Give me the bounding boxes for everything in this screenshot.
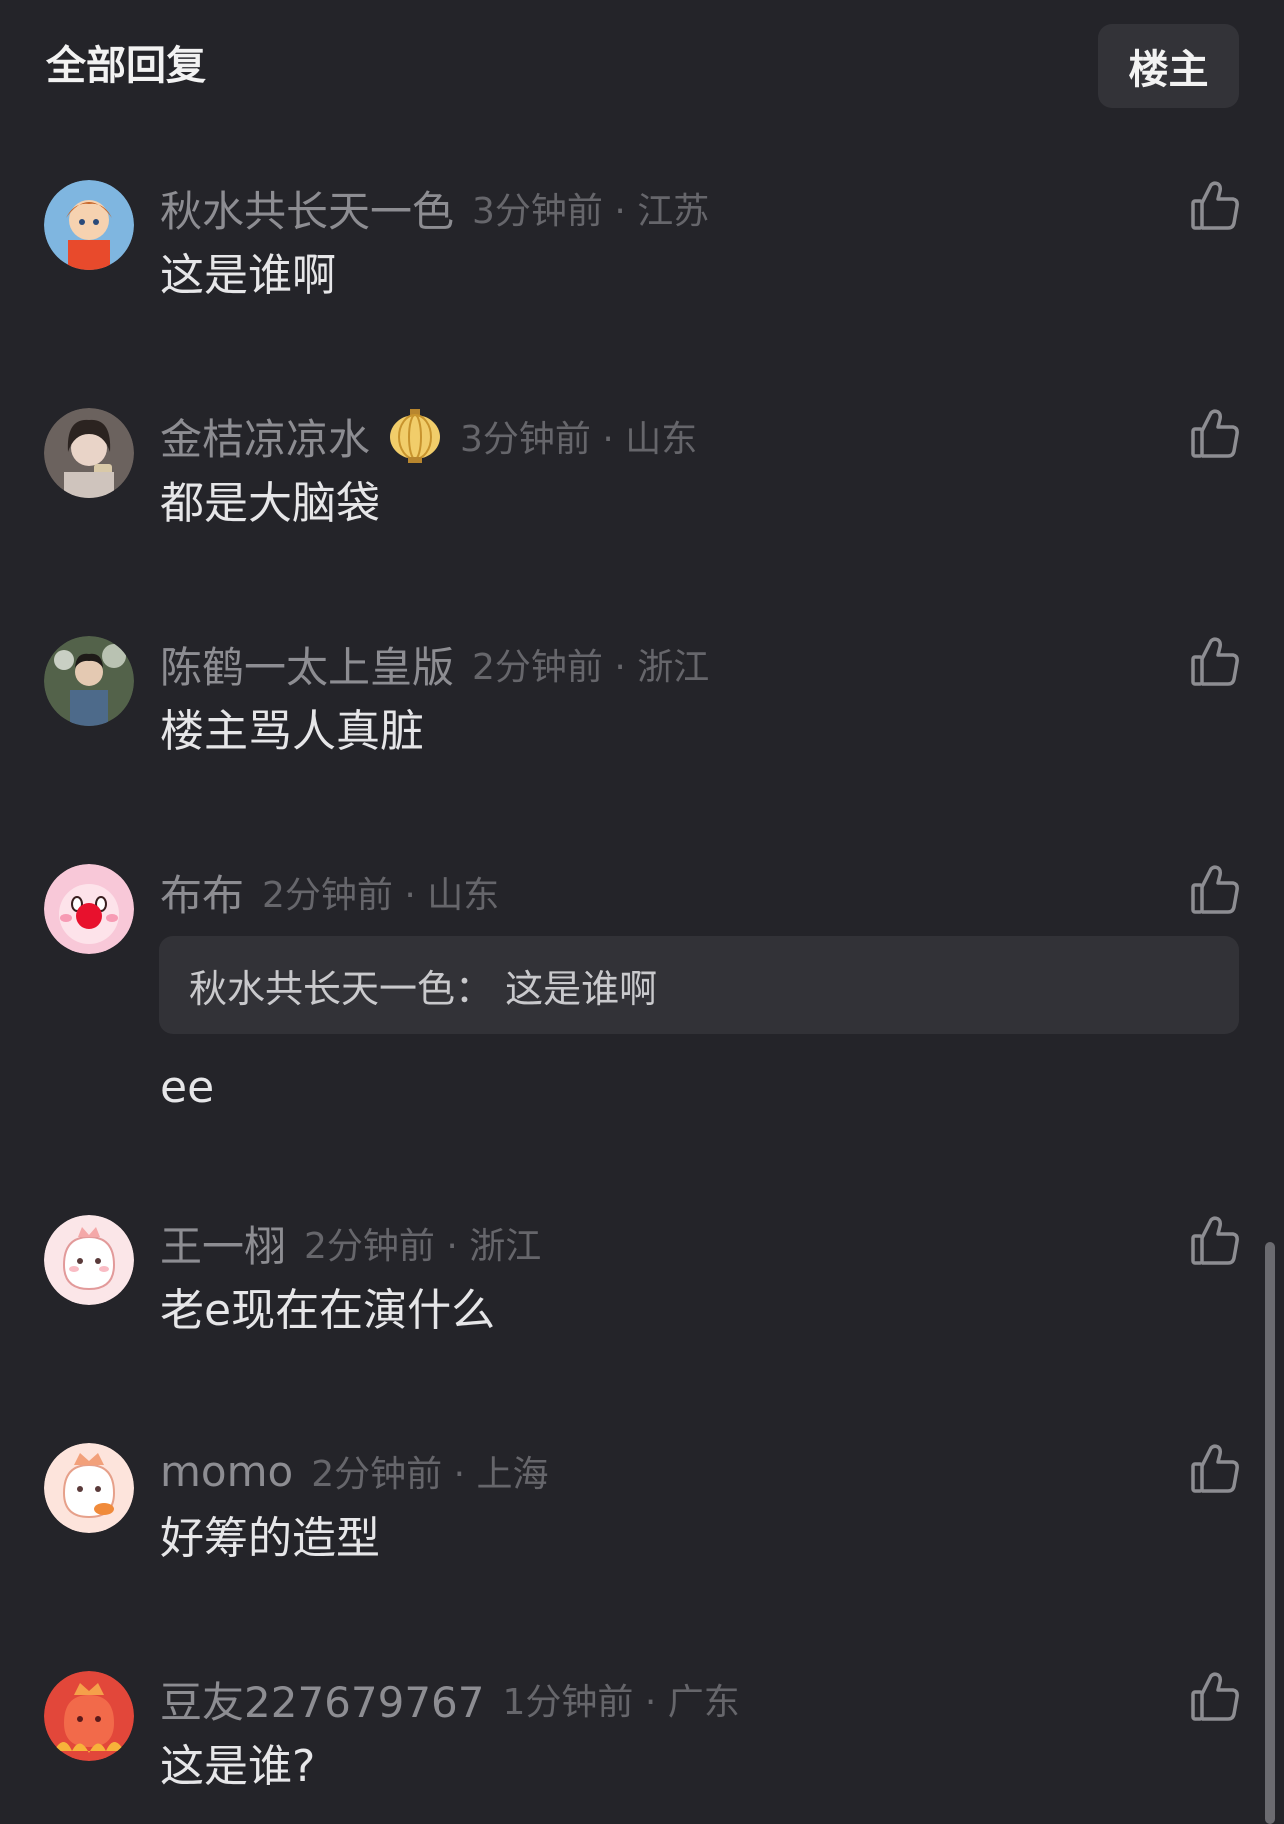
comment-time: 2分钟前 · 浙江: [472, 647, 710, 688]
quoted-reply[interactable]: 秋水共长天一色： 这是谁啊: [159, 936, 1239, 1034]
location-text: 山东: [625, 419, 698, 460]
avatar[interactable]: [44, 864, 134, 954]
lantern-badge-icon: [388, 407, 442, 465]
location-text: 山东: [427, 875, 500, 916]
location-text: 上海: [476, 1454, 549, 1495]
comment-meta: momo 2分钟前 · 上海: [160, 1441, 548, 1501]
comment-time: 2分钟前 · 山东: [262, 875, 500, 916]
time-text: 2分钟前: [262, 875, 393, 916]
thumbs-up-icon[interactable]: [1190, 408, 1240, 460]
comment-meta: 布布 2分钟前 · 山东: [160, 862, 499, 922]
avatar[interactable]: [44, 180, 134, 270]
header: 全部回复 楼主: [0, 0, 1284, 130]
comment-text: 这是谁啊: [160, 250, 336, 301]
thumbs-up-icon[interactable]: [1190, 636, 1240, 688]
thumbs-up-icon[interactable]: [1190, 1443, 1240, 1495]
comment-meta: 金桔凉凉水 3分钟前 · 山东: [160, 406, 697, 466]
avatar[interactable]: [44, 408, 134, 498]
comment-text: 好筹的造型: [160, 1513, 380, 1564]
comment-meta: 陈鹤一太上皇版 2分钟前 · 浙江: [160, 634, 709, 694]
comment-meta: 王一栩 2分钟前 · 浙江: [160, 1213, 541, 1273]
time-text: 2分钟前: [472, 647, 603, 688]
time-text: 2分钟前: [311, 1454, 443, 1495]
comment-time: 1分钟前 · 广东: [502, 1682, 740, 1723]
avatar[interactable]: [44, 1443, 134, 1533]
thumbs-up-icon[interactable]: [1190, 1671, 1240, 1723]
username[interactable]: 金桔凉凉水: [160, 406, 370, 467]
username[interactable]: momo: [160, 1447, 293, 1496]
username[interactable]: 豆友227679767: [160, 1669, 485, 1730]
time-text: 3分钟前: [472, 191, 603, 232]
location-text: 江苏: [637, 191, 710, 232]
comment-text: ee: [160, 1062, 215, 1113]
thumbs-up-icon[interactable]: [1190, 864, 1240, 916]
thumbs-up-icon[interactable]: [1190, 180, 1240, 232]
op-only-button[interactable]: 楼主: [1098, 24, 1239, 108]
avatar[interactable]: [44, 1671, 134, 1761]
quoted-text: 秋水共长天一色： 这是谁啊: [189, 966, 658, 1011]
comment-text: 都是大脑袋: [160, 478, 380, 529]
comment-text: 老e现在在演什么: [160, 1285, 496, 1336]
comment-text: 这是谁?: [160, 1741, 316, 1792]
avatar[interactable]: [44, 636, 134, 726]
comment-meta: 豆友227679767 1分钟前 · 广东: [160, 1669, 740, 1729]
avatar[interactable]: [44, 1215, 134, 1305]
location-text: 浙江: [637, 647, 710, 688]
comment-time: 2分钟前 · 浙江: [304, 1226, 542, 1267]
username[interactable]: 秋水共长天一色: [160, 178, 454, 239]
page-title: 全部回复: [46, 43, 206, 89]
comment-meta: 秋水共长天一色 3分钟前 · 江苏: [160, 178, 709, 238]
time-text: 2分钟前: [304, 1226, 435, 1267]
username[interactable]: 陈鹤一太上皇版: [160, 634, 454, 695]
scrollbar[interactable]: [1265, 1242, 1275, 1824]
username[interactable]: 王一栩: [160, 1213, 286, 1274]
username[interactable]: 布布: [160, 862, 244, 923]
thumbs-up-icon[interactable]: [1190, 1215, 1240, 1267]
time-text: 1分钟前: [502, 1682, 634, 1723]
comment-time: 2分钟前 · 上海: [311, 1454, 549, 1495]
location-text: 广东: [667, 1682, 740, 1723]
time-text: 3分钟前: [460, 419, 591, 460]
comment-time: 3分钟前 · 江苏: [472, 191, 710, 232]
comment-text: 楼主骂人真脏: [160, 706, 424, 757]
location-text: 浙江: [469, 1226, 542, 1267]
comment-time: 3分钟前 · 山东: [460, 419, 698, 460]
